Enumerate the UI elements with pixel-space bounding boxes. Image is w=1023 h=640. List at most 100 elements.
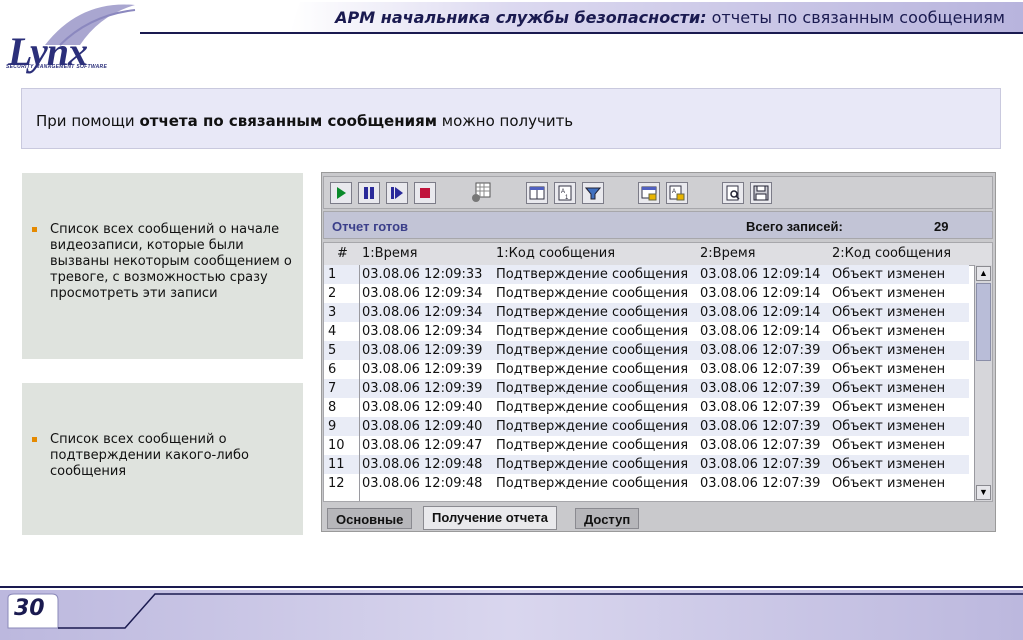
intro-panel: При помощи отчета по связанным сообщения… bbox=[21, 88, 1001, 149]
scroll-up-button[interactable]: ▲ bbox=[976, 266, 991, 281]
cell-code-1: Подтверждение сообщения bbox=[496, 267, 689, 282]
cell-time-2: 03.08.06 12:07:39 bbox=[700, 381, 821, 396]
table-row[interactable]: 7 03.08.06 12:09:39 Подтверждение сообщени… bbox=[324, 379, 969, 398]
save-icon[interactable] bbox=[750, 182, 772, 204]
cell-time-2: 03.08.06 12:09:14 bbox=[700, 305, 821, 320]
preview-icon[interactable] bbox=[722, 182, 744, 204]
play-icon[interactable] bbox=[330, 182, 352, 204]
table-row[interactable]: 11 03.08.06 12:09:48 Подтверждение сообщен… bbox=[324, 455, 969, 474]
cell-code-2: Объект изменен bbox=[832, 400, 946, 415]
cell-time-1: 03.08.06 12:09:39 bbox=[362, 381, 483, 396]
table-row[interactable]: 8 03.08.06 12:09:40 Подтверждение сообщени… bbox=[324, 398, 969, 417]
cell-code-2: Объект изменен bbox=[832, 419, 946, 434]
page-title-bold: АРМ начальника службы безопасности: bbox=[335, 8, 707, 27]
page-title-rest: отчеты по связанным сообщениям bbox=[706, 8, 1005, 27]
cell-code-1: Подтверждение сообщения bbox=[496, 305, 689, 320]
cell-time-2: 03.08.06 12:07:39 bbox=[700, 343, 821, 358]
bullet-text-1: Список всех сообщений о начале видеозапи… bbox=[50, 222, 292, 301]
table-row[interactable]: 1 03.08.06 12:09:33 Подтверждение сообщени… bbox=[324, 265, 969, 284]
cell-code-1: Подтверждение сообщения bbox=[496, 438, 689, 453]
cell-index: 10 bbox=[328, 438, 345, 453]
cell-code-1: Подтверждение сообщения bbox=[496, 381, 689, 396]
tab-access[interactable]: Доступ bbox=[575, 508, 640, 529]
column-header-time-2[interactable]: 2:Время bbox=[700, 246, 755, 261]
intro-suffix: можно получить bbox=[436, 112, 574, 130]
cell-time-1: 03.08.06 12:09:33 bbox=[362, 267, 483, 282]
intro-text: При помощи отчета по связанным сообщения… bbox=[36, 112, 573, 130]
cell-time-2: 03.08.06 12:07:39 bbox=[700, 438, 821, 453]
intro-bold: отчета по связанным сообщениям bbox=[139, 112, 437, 130]
cell-index: 9 bbox=[328, 419, 337, 434]
cell-time-1: 03.08.06 12:09:40 bbox=[362, 400, 483, 415]
status-text: Отчет готов bbox=[332, 219, 409, 234]
cell-index: 8 bbox=[328, 400, 337, 415]
cell-time-2: 03.08.06 12:09:14 bbox=[700, 267, 821, 282]
cell-time-1: 03.08.06 12:09:39 bbox=[362, 343, 483, 358]
cell-time-1: 03.08.06 12:09:39 bbox=[362, 362, 483, 377]
column-header-code-1[interactable]: 1:Код сообщения bbox=[496, 246, 615, 261]
report-table[interactable]: # 1:Время 1:Код сообщения 2:Время 2:Код … bbox=[323, 242, 993, 502]
page-number: 30 bbox=[14, 596, 45, 621]
cell-time-2: 03.08.06 12:07:39 bbox=[700, 419, 821, 434]
column-header-time-1[interactable]: 1:Время bbox=[362, 246, 417, 261]
cell-time-2: 03.08.06 12:09:14 bbox=[700, 324, 821, 339]
cell-time-1: 03.08.06 12:09:48 bbox=[362, 457, 483, 472]
table-row[interactable]: 4 03.08.06 12:09:34 Подтверждение сообщени… bbox=[324, 322, 969, 341]
cell-code-2: Объект изменен bbox=[832, 362, 946, 377]
table-row[interactable]: 3 03.08.06 12:09:34 Подтверждение сообщени… bbox=[324, 303, 969, 322]
table-row[interactable]: 6 03.08.06 12:09:39 Подтверждение сообщени… bbox=[324, 360, 969, 379]
bullet-marker bbox=[32, 437, 37, 442]
scroll-down-button[interactable]: ▼ bbox=[976, 485, 991, 500]
vertical-scrollbar[interactable]: ▲ ▼ bbox=[974, 265, 992, 501]
cell-time-1: 03.08.06 12:09:48 bbox=[362, 476, 483, 491]
total-records-value: 29 bbox=[934, 219, 949, 234]
cell-time-1: 03.08.06 12:09:47 bbox=[362, 438, 483, 453]
cell-code-1: Подтверждение сообщения bbox=[496, 419, 689, 434]
bullet-panel-2: Список всех сообщений о подтверждении ка… bbox=[22, 383, 303, 535]
cell-index: 12 bbox=[328, 476, 345, 491]
logo-subtitle: SECURITY MANAGEMENT SOFTWARE bbox=[6, 64, 108, 70]
bullet-item-1: Список всех сообщений о начале видеозапи… bbox=[32, 222, 297, 302]
table-row[interactable]: 10 03.08.06 12:09:47 Подтверждение сообщен… bbox=[324, 436, 969, 455]
cell-code-2: Объект изменен bbox=[832, 286, 946, 301]
cell-code-2: Объект изменен bbox=[832, 438, 946, 453]
table-row[interactable]: 5 03.08.06 12:09:39 Подтверждение сообщени… bbox=[324, 341, 969, 360]
tab-main[interactable]: Основные bbox=[327, 508, 413, 529]
table-row[interactable]: 9 03.08.06 12:09:40 Подтверждение сообщени… bbox=[324, 417, 969, 436]
cell-index: 11 bbox=[328, 457, 345, 472]
footer-band bbox=[0, 586, 1023, 640]
cell-index: 7 bbox=[328, 381, 337, 396]
cell-index: 5 bbox=[328, 343, 337, 358]
cell-code-2: Объект изменен bbox=[832, 267, 946, 282]
filter-icon[interactable] bbox=[582, 182, 604, 204]
lock-window-icon[interactable] bbox=[638, 182, 660, 204]
cell-index: 6 bbox=[328, 362, 337, 377]
cell-time-2: 03.08.06 12:07:39 bbox=[700, 400, 821, 415]
page-title: АРМ начальника службы безопасности: отче… bbox=[335, 8, 1005, 27]
scroll-thumb[interactable] bbox=[976, 283, 991, 361]
table-row[interactable]: 2 03.08.06 12:09:34 Подтверждение сообщени… bbox=[324, 284, 969, 303]
tab-bar: Основные Получение отчета Доступ bbox=[323, 506, 993, 530]
window-icon[interactable] bbox=[526, 182, 548, 204]
lock-sort-icon[interactable]: A bbox=[666, 182, 688, 204]
table-body: 1 03.08.06 12:09:33 Подтверждение сообщени… bbox=[324, 265, 969, 501]
table-row[interactable]: 12 03.08.06 12:09:48 Подтверждение сообщен… bbox=[324, 474, 969, 493]
cell-time-2: 03.08.06 12:07:39 bbox=[700, 457, 821, 472]
bullet-marker bbox=[32, 227, 37, 232]
cell-time-2: 03.08.06 12:07:39 bbox=[700, 476, 821, 491]
tab-report[interactable]: Получение отчета bbox=[423, 506, 557, 530]
pause-icon[interactable] bbox=[358, 182, 380, 204]
cell-code-1: Подтверждение сообщения bbox=[496, 362, 689, 377]
column-header-index[interactable]: # bbox=[337, 246, 348, 261]
svg-text:A: A bbox=[672, 189, 676, 195]
status-bar: Отчет готов Всего записей: 29 bbox=[323, 211, 993, 239]
step-icon[interactable] bbox=[386, 182, 408, 204]
cell-index: 2 bbox=[328, 286, 337, 301]
column-divider bbox=[359, 265, 360, 501]
column-header-code-2[interactable]: 2:Код сообщения bbox=[832, 246, 951, 261]
columns-settings-icon[interactable] bbox=[470, 182, 492, 204]
cell-code-2: Объект изменен bbox=[832, 324, 946, 339]
cell-code-2: Объект изменен bbox=[832, 457, 946, 472]
sort-icon[interactable]: A1 bbox=[554, 182, 576, 204]
stop-icon[interactable] bbox=[414, 182, 436, 204]
